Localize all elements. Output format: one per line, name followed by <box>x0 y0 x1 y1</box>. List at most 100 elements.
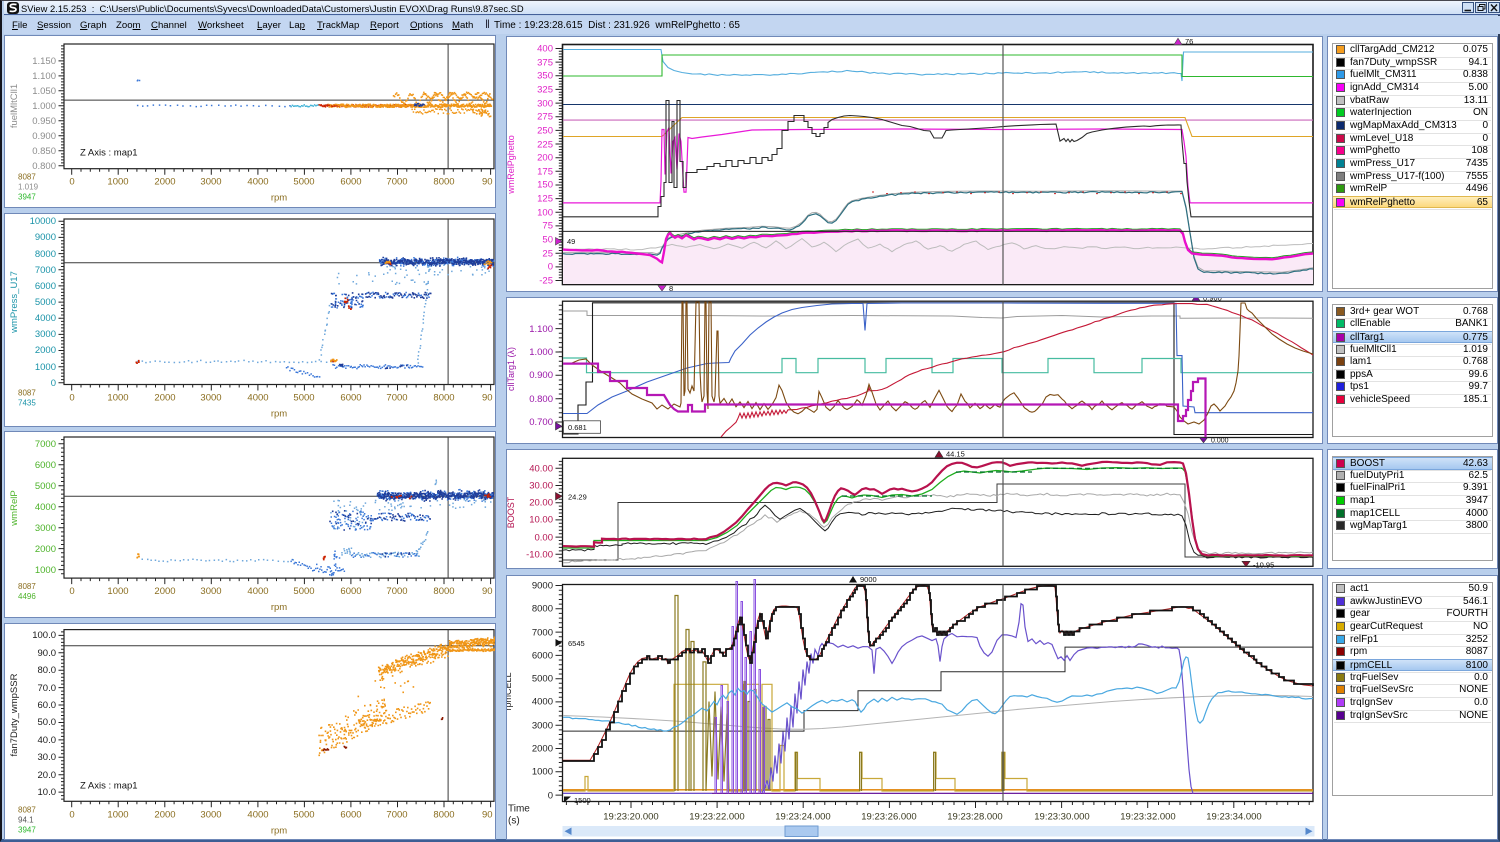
svg-text:4000: 4000 <box>247 809 268 820</box>
svg-text:Z Axis : map1: Z Axis : map1 <box>80 780 138 791</box>
svg-text:8000: 8000 <box>433 586 454 597</box>
svg-text:7000: 7000 <box>35 265 56 276</box>
svg-text:90: 90 <box>482 393 493 404</box>
svg-text:3000: 3000 <box>35 329 56 340</box>
svg-text:7000: 7000 <box>532 627 553 638</box>
svg-text:24.29: 24.29 <box>568 492 587 501</box>
svg-text:19:23:34.000: 19:23:34.000 <box>1206 811 1261 822</box>
svg-text:cllTarg1 (λ): cllTarg1 (λ) <box>507 347 516 391</box>
svg-text:1000: 1000 <box>107 177 128 188</box>
svg-text:4000: 4000 <box>247 393 268 404</box>
svg-text:5000: 5000 <box>293 586 314 597</box>
svg-text:0.800: 0.800 <box>32 161 56 172</box>
svg-text:1000: 1000 <box>35 362 56 373</box>
svg-text:8087: 8087 <box>18 582 36 591</box>
svg-text:0: 0 <box>51 378 56 389</box>
svg-text:19:23:22.000: 19:23:22.000 <box>689 811 744 822</box>
svg-text:7435: 7435 <box>18 399 36 408</box>
svg-text:0.000: 0.000 <box>1211 437 1229 442</box>
svg-text:375: 375 <box>537 57 553 68</box>
svg-text:8000: 8000 <box>433 809 454 820</box>
svg-text:1.100: 1.100 <box>32 71 56 82</box>
svg-text:19:23:20.000: 19:23:20.000 <box>603 811 658 822</box>
svg-text:200: 200 <box>537 152 553 163</box>
svg-text:6000: 6000 <box>35 281 56 292</box>
svg-text:-25: -25 <box>539 275 553 286</box>
svg-text:5000: 5000 <box>293 393 314 404</box>
svg-text:19:23:28.000: 19:23:28.000 <box>947 811 1002 822</box>
svg-text:Time: Time <box>508 803 530 814</box>
svg-text:4000: 4000 <box>532 696 553 707</box>
svg-text:4000: 4000 <box>247 177 268 188</box>
svg-text:wmRelPghetto: wmRelPghetto <box>507 135 516 195</box>
svg-text:8000: 8000 <box>532 603 553 614</box>
svg-text:(s): (s) <box>508 815 520 826</box>
svg-text:4000: 4000 <box>35 313 56 324</box>
svg-text:2000: 2000 <box>154 177 175 188</box>
svg-text:1000: 1000 <box>107 809 128 820</box>
svg-text:1000: 1000 <box>107 393 128 404</box>
svg-text:6000: 6000 <box>35 460 56 471</box>
svg-text:0.800: 0.800 <box>529 394 553 405</box>
svg-text:76: 76 <box>1185 37 1193 46</box>
svg-text:3000: 3000 <box>200 177 221 188</box>
svg-text:7000: 7000 <box>386 393 407 404</box>
svg-text:1000: 1000 <box>107 586 128 597</box>
svg-text:90: 90 <box>482 809 493 820</box>
svg-text:94.1: 94.1 <box>18 815 34 824</box>
svg-text:3947: 3947 <box>18 825 36 834</box>
svg-text:0: 0 <box>69 809 74 820</box>
svg-text:0.900: 0.900 <box>529 370 553 381</box>
svg-text:8000: 8000 <box>433 393 454 404</box>
svg-text:150: 150 <box>537 179 553 190</box>
svg-text:rpm: rpm <box>271 193 287 204</box>
svg-text:4000: 4000 <box>247 586 268 597</box>
svg-text:25: 25 <box>542 248 553 259</box>
svg-text:0: 0 <box>548 790 553 801</box>
svg-text:75: 75 <box>542 220 553 231</box>
svg-text:5000: 5000 <box>293 177 314 188</box>
svg-text:2000: 2000 <box>35 544 56 555</box>
svg-text:6000: 6000 <box>340 586 361 597</box>
svg-text:20.00: 20.00 <box>529 497 553 508</box>
svg-text:8: 8 <box>669 284 673 292</box>
svg-text:1.100: 1.100 <box>529 324 553 335</box>
svg-text:8087: 8087 <box>18 389 36 398</box>
svg-text:60.0: 60.0 <box>38 700 57 711</box>
svg-text:4000: 4000 <box>35 502 56 513</box>
svg-text:10000: 10000 <box>30 216 56 227</box>
svg-text:0: 0 <box>548 261 553 272</box>
svg-text:9000: 9000 <box>860 576 877 584</box>
svg-text:19:23:24.000: 19:23:24.000 <box>775 811 830 822</box>
svg-text:fuelMltCll1: fuelMltCll1 <box>9 84 20 128</box>
svg-text:3000: 3000 <box>35 523 56 534</box>
svg-text:rpm: rpm <box>271 602 287 613</box>
svg-text:19:23:30.000: 19:23:30.000 <box>1034 811 1089 822</box>
svg-text:100.0: 100.0 <box>32 630 56 641</box>
svg-text:80.0: 80.0 <box>38 665 57 676</box>
svg-text:0.00: 0.00 <box>535 532 554 543</box>
svg-text:7000: 7000 <box>35 439 56 450</box>
svg-text:3000: 3000 <box>200 809 221 820</box>
svg-text:5000: 5000 <box>532 673 553 684</box>
svg-text:6000: 6000 <box>532 650 553 661</box>
svg-text:BOOST: BOOST <box>507 496 516 528</box>
svg-text:30.00: 30.00 <box>529 480 553 491</box>
svg-text:400: 400 <box>537 43 553 54</box>
svg-text:6000: 6000 <box>340 809 361 820</box>
svg-text:50.0: 50.0 <box>38 717 57 728</box>
svg-text:0: 0 <box>69 586 74 597</box>
svg-text:40.00: 40.00 <box>529 463 553 474</box>
svg-text:1000: 1000 <box>35 565 56 576</box>
svg-text:2000: 2000 <box>154 393 175 404</box>
svg-text:5000: 5000 <box>35 481 56 492</box>
svg-text:7000: 7000 <box>386 809 407 820</box>
svg-text:49: 49 <box>567 237 575 246</box>
svg-text:rpm: rpm <box>271 825 287 836</box>
svg-text:44.15: 44.15 <box>946 450 965 459</box>
svg-text:8000: 8000 <box>35 249 56 260</box>
svg-text:4496: 4496 <box>18 592 36 601</box>
svg-text:9000: 9000 <box>35 232 56 243</box>
svg-text:2000: 2000 <box>154 586 175 597</box>
svg-text:0: 0 <box>69 177 74 188</box>
